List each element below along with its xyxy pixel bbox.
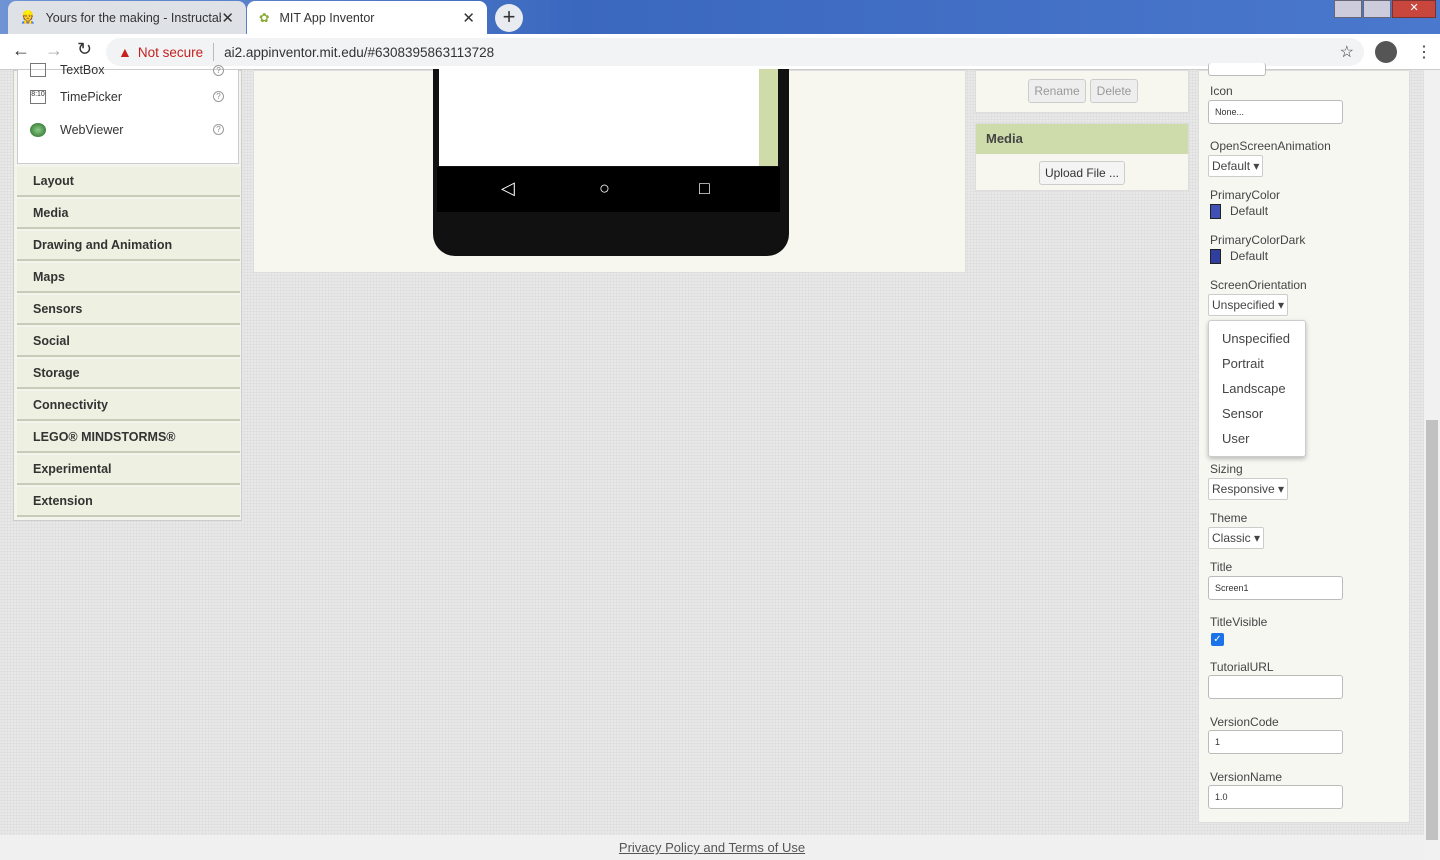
menu-item-portrait[interactable]: Portrait [1209, 351, 1305, 376]
palette-category[interactable]: Connectivity [17, 391, 240, 421]
back-icon[interactable]: ← [12, 40, 30, 61]
phone-frame: ◁ ○ □ [433, 69, 789, 256]
tab-instructables[interactable]: 👷 Yours for the making - Instructab ✕ [8, 1, 246, 34]
phone-screen[interactable] [439, 69, 759, 166]
media-panel: Media Upload File ... [975, 123, 1189, 191]
palette-category[interactable]: Sensors [17, 295, 240, 325]
open-screen-animation-label: OpenScreenAnimation [1210, 139, 1331, 153]
help-icon[interactable]: ? [213, 124, 224, 135]
forward-icon[interactable]: → [45, 40, 63, 61]
palette-category[interactable]: Social [17, 327, 240, 357]
minimize-button[interactable] [1334, 0, 1363, 18]
media-header: Media [976, 124, 1188, 154]
screen-orientation-label: ScreenOrientation [1210, 278, 1307, 292]
star-icon[interactable]: ☆ [1340, 42, 1354, 62]
close-window-button[interactable]: ✕ [1392, 0, 1436, 18]
help-icon[interactable]: ? [213, 91, 224, 102]
screen-orientation-menu: Unspecified Portrait Landscape Sensor User [1208, 320, 1306, 457]
close-tab-icon[interactable]: ✕ [221, 9, 234, 27]
dropdown-above[interactable] [1208, 63, 1266, 76]
open-screen-animation-dropdown[interactable]: Default ▾ [1208, 155, 1264, 177]
version-name-field[interactable]: 1.0 [1208, 785, 1343, 809]
primary-color-dark-picker[interactable]: Default [1210, 249, 1268, 265]
reload-icon[interactable]: ↻ [77, 39, 92, 60]
palette-items: TextBox? 8:10 TimePicker? WebViewer? [17, 63, 239, 164]
primary-color-picker[interactable]: Default [1210, 204, 1268, 220]
rename-button[interactable]: Rename [1028, 79, 1086, 103]
version-code-field[interactable]: 1 [1208, 730, 1343, 754]
primary-color-dark-label: PrimaryColorDark [1210, 233, 1306, 247]
recents-nav-icon: □ [699, 178, 710, 198]
screen-scrollbar [759, 69, 778, 166]
avatar[interactable] [1375, 41, 1397, 63]
restore-button[interactable] [1363, 0, 1392, 18]
palette-item-webviewer[interactable]: WebViewer? [18, 113, 238, 146]
palette-category[interactable]: Layout [17, 167, 240, 197]
palette-category[interactable]: Maps [17, 263, 240, 293]
palette-category[interactable]: LEGO® MINDSTORMS® [17, 423, 240, 453]
tutorial-url-label: TutorialURL [1210, 660, 1274, 674]
title-label: Title [1210, 560, 1233, 574]
color-swatch [1210, 204, 1221, 220]
viewer-panel: ◁ ○ □ [253, 69, 966, 273]
back-nav-icon: ◁ [501, 178, 515, 198]
timepicker-icon: 8:10 [30, 89, 46, 104]
menu-item-user[interactable]: User [1209, 426, 1305, 451]
home-nav-icon: ○ [599, 178, 610, 198]
palette-category[interactable]: Drawing and Animation [17, 231, 240, 261]
window-controls: ✕ [1334, 0, 1436, 18]
palette-panel: TextBox? 8:10 TimePicker? WebViewer? Layo… [13, 63, 242, 521]
icon-label: Icon [1210, 84, 1233, 98]
palette-category[interactable]: Media [17, 199, 240, 229]
footer: Privacy Policy and Terms of Use [0, 835, 1424, 860]
tab-app-inventor[interactable]: ✿ MIT App Inventor ✕ [247, 1, 487, 34]
privacy-policy-link[interactable]: Privacy Policy and Terms of Use [619, 840, 805, 855]
version-name-label: VersionName [1210, 770, 1283, 784]
icon-field[interactable]: None... [1208, 100, 1343, 124]
delete-button[interactable]: Delete [1090, 79, 1138, 103]
version-code-label: VersionCode [1210, 715, 1279, 729]
primary-color-label: PrimaryColor [1210, 188, 1281, 202]
screen-orientation-dropdown[interactable]: Unspecified ▾ [1208, 294, 1289, 316]
theme-label: Theme [1210, 511, 1248, 525]
title-field[interactable]: Screen1 [1208, 576, 1343, 600]
color-swatch [1210, 249, 1221, 265]
tab-bar: 👷 Yours for the making - Instructab ✕ ✿ … [0, 0, 1440, 34]
page-scrollbar[interactable] [1424, 70, 1440, 860]
workspace: TextBox? 8:10 TimePicker? WebViewer? Layo… [0, 63, 1424, 835]
textbox-icon [30, 63, 46, 77]
scrollbar-thumb[interactable] [1426, 420, 1438, 840]
sizing-label: Sizing [1210, 462, 1243, 476]
title-visible-label: TitleVisible [1210, 615, 1268, 629]
menu-icon[interactable]: ⋮ [1416, 42, 1432, 62]
tutorial-url-field[interactable] [1208, 675, 1343, 699]
warning-icon: ▲ [118, 44, 132, 60]
theme-dropdown[interactable]: Classic ▾ [1208, 527, 1265, 549]
menu-item-sensor[interactable]: Sensor [1209, 401, 1305, 426]
palette-item-textbox[interactable]: TextBox? [18, 60, 238, 80]
palette-category[interactable]: Extension [17, 487, 240, 517]
title-visible-checkbox[interactable]: ✓ [1211, 633, 1224, 646]
new-tab-button[interactable]: + [495, 4, 523, 32]
palette-category[interactable]: Experimental [17, 455, 240, 485]
upload-file-button[interactable]: Upload File ... [1039, 161, 1125, 185]
menu-item-landscape[interactable]: Landscape [1209, 376, 1305, 401]
sizing-dropdown[interactable]: Responsive ▾ [1208, 478, 1289, 500]
menu-item-unspecified[interactable]: Unspecified [1209, 326, 1305, 351]
instructables-icon: 👷 [20, 10, 36, 24]
components-panel: Rename Delete [975, 70, 1189, 113]
globe-icon [30, 122, 46, 137]
palette-item-timepicker[interactable]: 8:10 TimePicker? [18, 80, 238, 113]
app-inventor-icon: ✿ [259, 11, 270, 25]
close-tab-icon[interactable]: ✕ [462, 9, 475, 27]
palette-category[interactable]: Storage [17, 359, 240, 389]
url-field[interactable]: ▲ Not secure ai2.appinventor.mit.edu/#63… [106, 38, 1364, 66]
help-icon[interactable]: ? [213, 64, 224, 76]
android-nav-bar: ◁ ○ □ [437, 167, 780, 212]
